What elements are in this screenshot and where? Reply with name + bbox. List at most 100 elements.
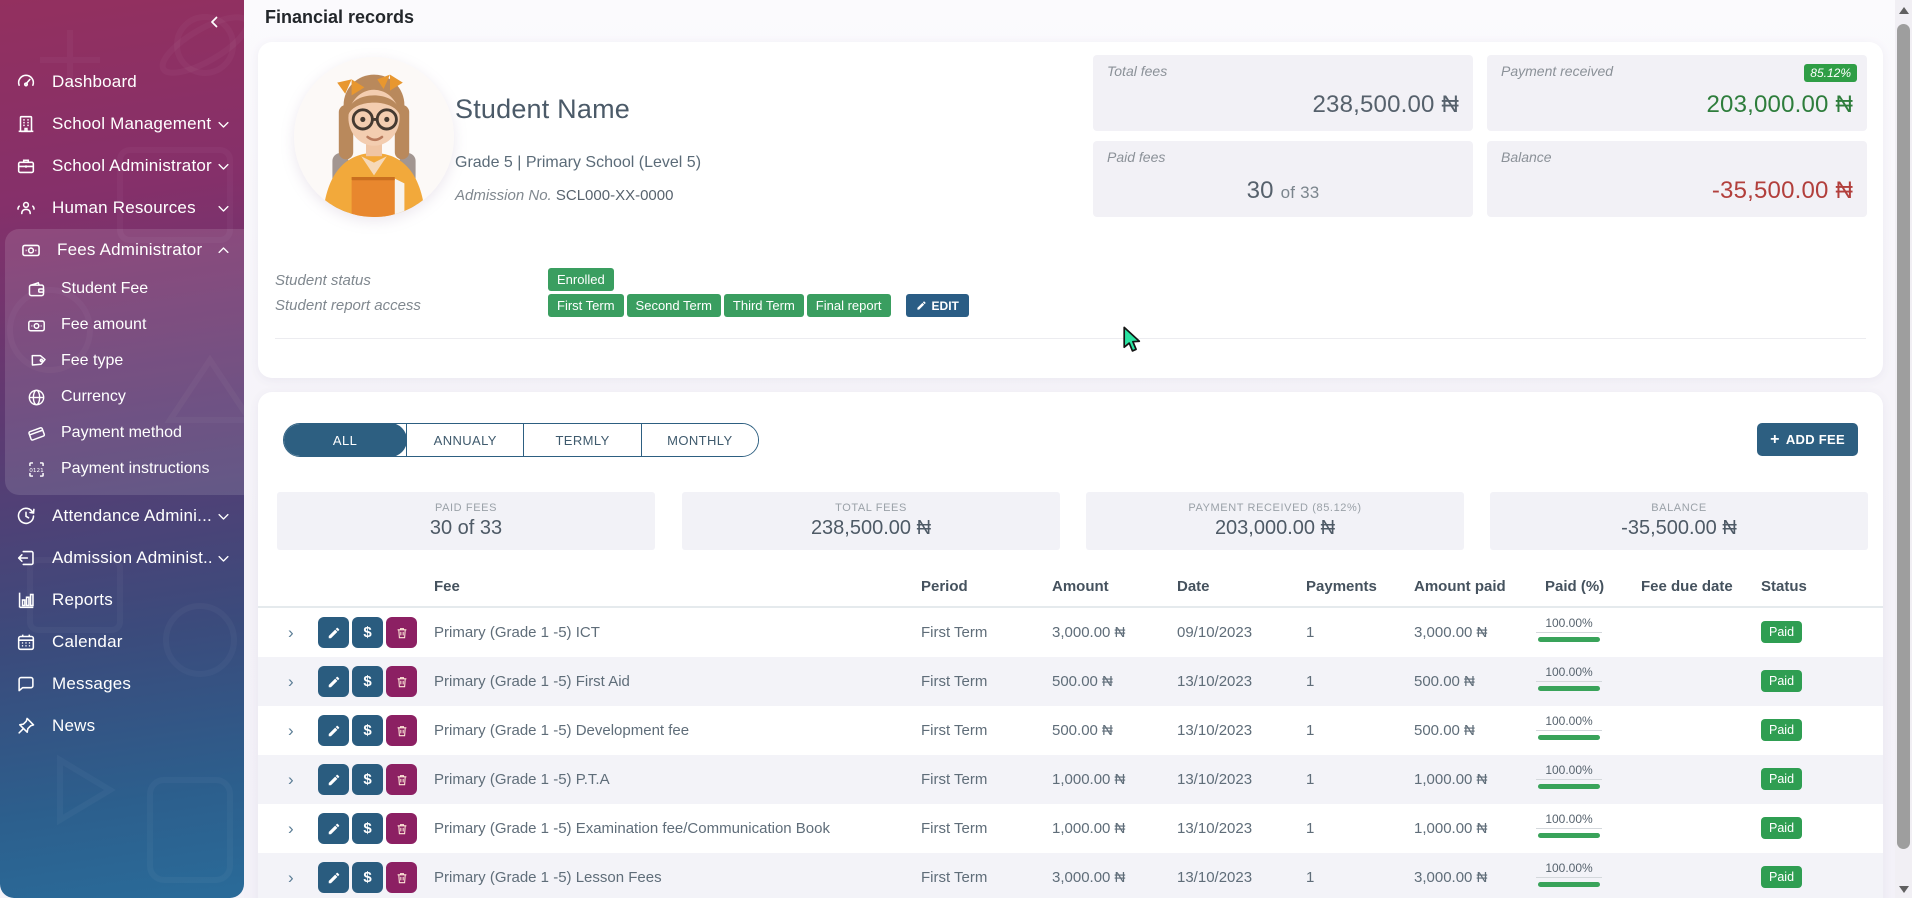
term-access-badge[interactable]: Final report: [807, 294, 891, 317]
credit-card-icon: [25, 422, 48, 445]
sidebar-item-label: Messages: [52, 674, 232, 694]
fee-period: First Term: [921, 608, 987, 657]
sidebar-item-fee-amount[interactable]: Fee amount: [5, 307, 244, 343]
chevron-down-icon: [214, 115, 232, 133]
pay-fee-button[interactable]: $: [352, 862, 383, 893]
sidebar-item-news[interactable]: News: [0, 705, 244, 747]
sidebar-item-school-management[interactable]: School Management: [0, 103, 244, 145]
fee-amount-paid: 500.00 ₦: [1414, 706, 1475, 755]
row-expand-chevron-icon[interactable]: ›: [288, 804, 294, 853]
scroll-down-arrow-icon[interactable]: [1899, 886, 1909, 893]
table-row: › $ Primary (Grade 1 -5) Development fee…: [258, 706, 1883, 755]
pay-fee-button[interactable]: $: [352, 666, 383, 697]
tab-termly[interactable]: TERMLY: [523, 424, 640, 456]
globe-icon: [25, 386, 48, 409]
row-expand-chevron-icon[interactable]: ›: [288, 755, 294, 804]
delete-fee-button[interactable]: [386, 813, 417, 844]
paid-progress-bar: [1538, 833, 1600, 838]
sidebar-item-dashboard[interactable]: Dashboard: [0, 61, 244, 103]
table-row: › $ Primary (Grade 1 -5) ICT First Term …: [258, 608, 1883, 657]
sidebar-item-reports[interactable]: Reports: [0, 579, 244, 621]
vertical-scrollbar[interactable]: [1895, 0, 1912, 898]
col-header-fee: Fee: [434, 578, 460, 595]
sidebar-item-label: News: [52, 716, 232, 736]
edit-fee-button[interactable]: [318, 764, 349, 795]
fee-payments: 1: [1306, 755, 1314, 804]
sidebar-item-fees-administrator[interactable]: Fees Administrator: [5, 229, 244, 271]
pay-fee-button[interactable]: $: [352, 813, 383, 844]
row-expand-chevron-icon[interactable]: ›: [288, 706, 294, 755]
sidebar-item-student-fee[interactable]: Student Fee: [5, 271, 244, 307]
paid-percent-text: 100.00%: [1536, 763, 1602, 780]
chevron-left-icon: [206, 13, 230, 31]
col-header-fee-due-date: Fee due date: [1641, 578, 1733, 595]
summary-payment-received: PAYMENT RECEIVED (85.12%) 203,000.00 ₦: [1086, 492, 1464, 550]
delete-fee-button[interactable]: [386, 862, 417, 893]
paid-percent: 100.00%: [1536, 714, 1602, 740]
table-row: › $ Primary (Grade 1 -5) Lesson Fees Fir…: [258, 853, 1883, 898]
sidebar-collapse-button[interactable]: [206, 10, 230, 34]
app-root: Dashboard School Management School: [0, 0, 1912, 898]
pay-fee-button[interactable]: $: [352, 617, 383, 648]
fee-amount: 1,000.00 ₦: [1052, 804, 1125, 853]
balance-card: Balance -35,500.00 ₦: [1487, 141, 1867, 217]
sidebar-item-payment-method[interactable]: Payment method: [5, 415, 244, 451]
student-avatar: [294, 57, 454, 217]
paid-fees-total: of 33: [1281, 183, 1320, 202]
fee-payments: 1: [1306, 706, 1314, 755]
edit-fee-button[interactable]: [318, 617, 349, 648]
delete-fee-button[interactable]: [386, 617, 417, 648]
sidebar-item-label: Dashboard: [52, 72, 232, 92]
add-fee-label: ADD FEE: [1786, 432, 1845, 447]
status-paid-badge: Paid: [1761, 817, 1802, 839]
tab-annualy[interactable]: ANNUALY: [406, 424, 523, 456]
sidebar-item-label: Calendar: [52, 632, 232, 652]
scrollbar-thumb[interactable]: [1897, 24, 1910, 849]
delete-fee-button[interactable]: [386, 666, 417, 697]
pay-fee-button[interactable]: $: [352, 764, 383, 795]
sidebar-item-admission-administrator[interactable]: Admission Administ...: [0, 537, 244, 579]
sidebar-item-payment-instructions[interactable]: 0121 Payment instructions: [5, 451, 244, 487]
payment-received-value: 203,000.00 ₦: [1706, 91, 1853, 119]
summary-label: BALANCE: [1651, 502, 1707, 514]
term-access-badge[interactable]: Second Term: [627, 294, 721, 317]
sidebar-item-messages[interactable]: Messages: [0, 663, 244, 705]
paid-fees-count: 30: [1247, 177, 1274, 204]
edit-fee-button[interactable]: [318, 666, 349, 697]
fee-payments: 1: [1306, 853, 1314, 898]
tab-monthly[interactable]: MONTHLY: [641, 424, 758, 456]
term-access-badge[interactable]: First Term: [548, 294, 624, 317]
sidebar-item-label: School Administrator: [52, 156, 214, 176]
delete-fee-button[interactable]: [386, 764, 417, 795]
paid-percent-text: 100.00%: [1536, 861, 1602, 878]
sidebar-item-fee-type[interactable]: Fee type: [5, 343, 244, 379]
sidebar-item-human-resources[interactable]: Human Resources: [0, 187, 244, 229]
fee-date: 09/10/2023: [1177, 608, 1252, 657]
row-expand-chevron-icon[interactable]: ›: [288, 853, 294, 898]
summary-label: PAID FEES: [435, 502, 497, 514]
tab-all[interactable]: ALL: [283, 423, 407, 457]
paid-progress-bar: [1538, 735, 1600, 740]
sidebar-item-attendance-administrator[interactable]: Attendance Admini...: [0, 495, 244, 537]
fee-date: 13/10/2023: [1177, 804, 1252, 853]
scroll-up-arrow-icon[interactable]: [1899, 7, 1909, 14]
edit-fee-button[interactable]: [318, 862, 349, 893]
sidebar-item-currency[interactable]: Currency: [5, 379, 244, 415]
add-fee-button[interactable]: + ADD FEE: [1757, 423, 1858, 456]
edit-fee-button[interactable]: [318, 715, 349, 746]
fee-amount: 500.00 ₦: [1052, 706, 1113, 755]
term-access-badge[interactable]: Third Term: [724, 294, 804, 317]
row-expand-chevron-icon[interactable]: ›: [288, 657, 294, 706]
row-expand-chevron-icon[interactable]: ›: [288, 608, 294, 657]
pay-fee-button[interactable]: $: [352, 715, 383, 746]
paid-percent: 100.00%: [1536, 763, 1602, 789]
fee-period: First Term: [921, 706, 987, 755]
sidebar-item-calendar[interactable]: Calendar: [0, 621, 244, 663]
sidebar-item-school-administrator[interactable]: School Administrator: [0, 145, 244, 187]
student-name: Student Name: [455, 94, 630, 125]
delete-fee-button[interactable]: [386, 715, 417, 746]
period-filter-tabs: ALL ANNUALY TERMLY MONTHLY: [283, 423, 759, 457]
edit-report-access-button[interactable]: EDIT: [906, 294, 969, 317]
pencil-icon: [916, 300, 927, 311]
edit-fee-button[interactable]: [318, 813, 349, 844]
